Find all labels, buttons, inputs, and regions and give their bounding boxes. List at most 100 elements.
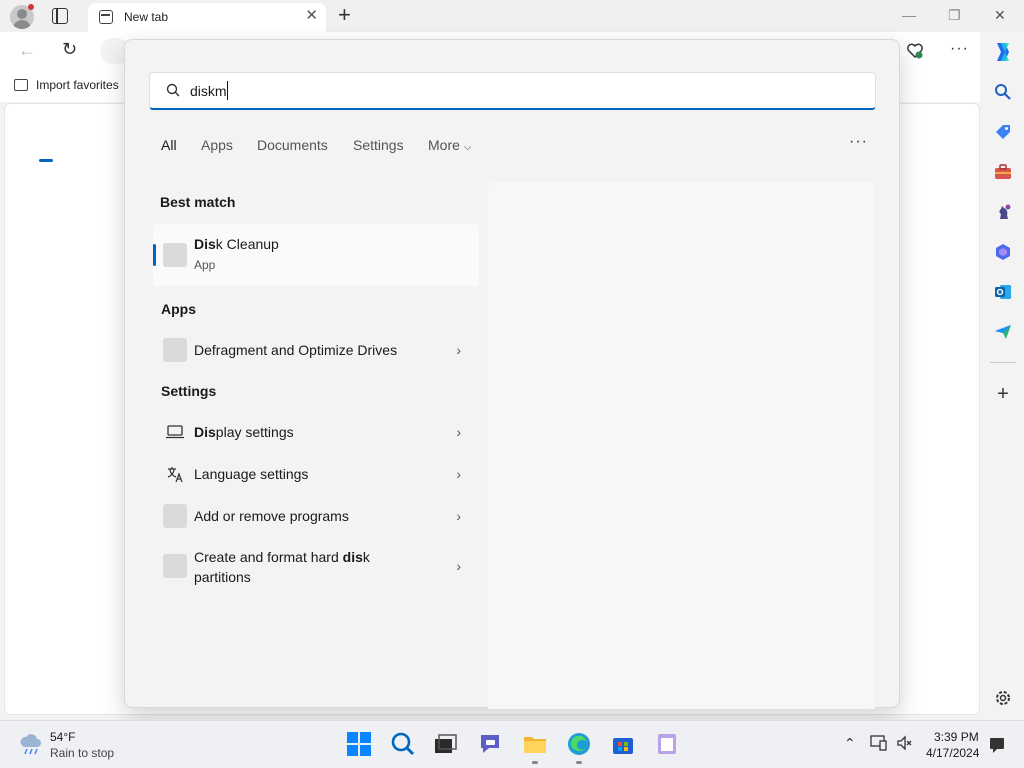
setting-result-label: Create and format hard disk: [194, 549, 370, 565]
microsoft-store-icon[interactable]: [610, 731, 636, 757]
network-display-icon[interactable]: [870, 735, 888, 751]
programs-icon: [163, 504, 187, 528]
weather-temperature[interactable]: 54°F: [50, 730, 75, 744]
games-chess-icon[interactable]: [993, 202, 1013, 222]
new-tab-page-icon: [99, 10, 113, 24]
rain-cloud-icon[interactable]: [18, 731, 44, 757]
windows-start-icon[interactable]: [346, 731, 372, 757]
teams-chat-icon[interactable]: [477, 731, 503, 757]
setting-result-label: Display settings: [194, 424, 294, 440]
best-match-result[interactable]: Disk Cleanup App: [153, 224, 479, 286]
browser-titlebar: New tab ✕ + — ❐ ✕: [0, 0, 1024, 32]
app-result-defragment[interactable]: Defragment and Optimize Drives ›: [153, 332, 479, 368]
send-paper-plane-icon[interactable]: [993, 322, 1013, 342]
filter-tab-documents[interactable]: Documents: [257, 137, 328, 153]
setting-label-post: k: [362, 549, 370, 565]
show-hidden-icons-chevron-up-icon[interactable]: ⌃: [844, 735, 856, 752]
apps-heading: Apps: [161, 301, 196, 317]
edge-sidebar: +: [982, 32, 1024, 716]
clock-time[interactable]: 3:39 PM: [934, 730, 979, 744]
setting-label-pre: Create and format hard: [194, 549, 343, 565]
setting-label-bold: Dis: [194, 424, 216, 440]
running-indicator: [576, 761, 582, 764]
result-preview-pane: [488, 182, 875, 709]
setting-result-add-remove-programs[interactable]: Add or remove programs ›: [153, 498, 479, 534]
settings-heading: Settings: [161, 383, 217, 399]
clock-date[interactable]: 4/17/2024: [926, 746, 979, 760]
notification-dot: [28, 4, 34, 10]
search-input[interactable]: [190, 81, 790, 101]
chevron-right-icon: ›: [456, 558, 461, 574]
setting-result-label: Add or remove programs: [194, 508, 349, 524]
add-plus-icon[interactable]: +: [993, 384, 1013, 404]
weather-description[interactable]: Rain to stop: [50, 746, 114, 760]
best-match-name-bold: Dis: [194, 236, 216, 252]
browser-essentials-icon[interactable]: [906, 42, 924, 60]
best-match-heading: Best match: [160, 194, 236, 210]
setting-result-label: Language settings: [194, 466, 309, 482]
restore-icon[interactable]: ❐: [948, 7, 961, 23]
import-icon: [14, 79, 28, 91]
edge-browser-icon[interactable]: [566, 731, 592, 757]
setting-label-rest: play settings: [215, 424, 294, 440]
filter-tab-settings[interactable]: Settings: [353, 137, 404, 153]
app-result-label: Defragment and Optimize Drives: [194, 342, 398, 358]
import-favorites-label: Import favorites: [36, 78, 119, 92]
filter-tab-all[interactable]: All: [161, 137, 177, 153]
laptop-display-icon: [166, 425, 184, 439]
close-tab-icon[interactable]: ✕: [305, 8, 318, 24]
browser-tab-new-tab[interactable]: New tab ✕: [88, 3, 326, 32]
disk-management-icon: [163, 554, 187, 578]
search-icon: [166, 83, 180, 97]
text-caret: [227, 81, 228, 100]
import-favorites-link[interactable]: Import favorites: [14, 78, 119, 92]
refresh-icon[interactable]: ↻: [62, 39, 77, 60]
chevron-down-icon: ⌵: [463, 142, 472, 153]
filter-tab-more[interactable]: More ⌵: [428, 137, 471, 153]
microsoft-365-icon[interactable]: [993, 242, 1013, 262]
gear-icon[interactable]: [993, 688, 1013, 708]
best-match-name: Disk Cleanup: [194, 236, 279, 252]
defragment-app-icon: [163, 338, 187, 362]
best-match-type: App: [194, 258, 216, 272]
new-tab-plus-icon[interactable]: +: [338, 3, 351, 27]
search-box[interactable]: [149, 72, 876, 110]
volume-muted-icon[interactable]: [896, 735, 912, 751]
task-view-icon[interactable]: [432, 731, 458, 757]
outlook-icon[interactable]: [993, 282, 1013, 302]
tab-title: New tab: [124, 10, 169, 24]
file-explorer-icon[interactable]: [522, 731, 548, 757]
shopping-tag-icon[interactable]: [993, 122, 1013, 142]
notifications-icon[interactable]: [988, 736, 1006, 754]
language-icon: [167, 467, 183, 483]
disk-cleanup-app-icon: [163, 243, 187, 267]
search-icon[interactable]: [993, 82, 1013, 102]
filter-more-label: More: [428, 137, 460, 153]
setting-result-disk-partitions[interactable]: Create and format hard disk partitions ›: [153, 540, 479, 592]
chevron-right-icon: ›: [456, 424, 461, 440]
minimize-icon[interactable]: —: [902, 7, 916, 23]
filter-tab-apps[interactable]: Apps: [201, 137, 233, 153]
back-arrow-icon[interactable]: ←: [18, 40, 36, 61]
taskbar: 54°F Rain to stop ⌃ 3:39 PM 4/17/2024: [0, 720, 1024, 768]
notepad-icon[interactable]: [654, 731, 680, 757]
best-match-name-rest: k Cleanup: [215, 236, 279, 252]
sidebar-divider: [990, 362, 1016, 363]
chevron-right-icon: ›: [456, 508, 461, 524]
setting-result-display[interactable]: Display settings ›: [153, 414, 479, 450]
setting-result-language[interactable]: Language settings ›: [153, 456, 479, 492]
tools-briefcase-icon[interactable]: [993, 162, 1013, 182]
chevron-right-icon: ›: [456, 466, 461, 482]
setting-label-bold: dis: [342, 549, 363, 565]
setting-result-label-line2: partitions: [194, 569, 251, 585]
running-indicator: [532, 761, 538, 764]
close-window-icon[interactable]: ✕: [994, 7, 1006, 23]
search-options-more-icon[interactable]: ···: [849, 133, 868, 151]
settings-more-icon[interactable]: ···: [950, 40, 969, 58]
windows-search-flyout: All Apps Documents Settings More ⌵ ··· B…: [124, 39, 900, 709]
tab-actions-icon[interactable]: [52, 8, 68, 24]
active-filter-indicator: [39, 159, 53, 162]
selection-indicator: [153, 244, 156, 266]
taskbar-search-icon[interactable]: [390, 731, 416, 757]
copilot-icon[interactable]: [991, 40, 1015, 64]
